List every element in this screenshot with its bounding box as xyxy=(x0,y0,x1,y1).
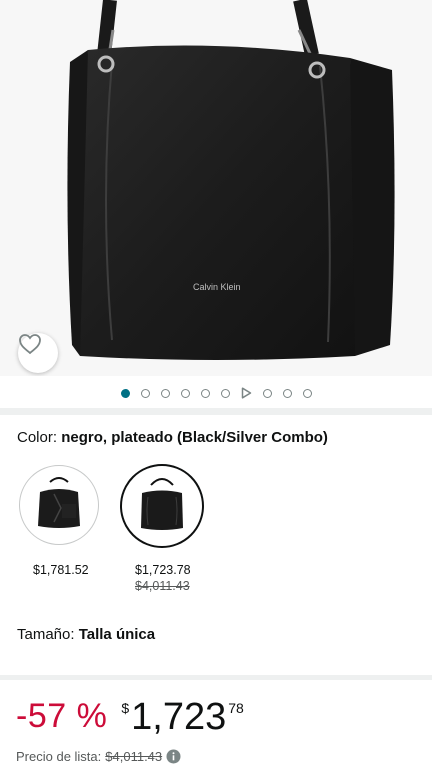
gallery-pagination xyxy=(0,385,432,401)
gallery-dot-6[interactable] xyxy=(220,388,230,398)
list-price-line: Precio de lista: $4,011.43 xyxy=(16,749,181,764)
play-icon xyxy=(241,387,251,399)
variant-swatch-1[interactable] xyxy=(19,465,99,545)
color-label: Color: xyxy=(17,429,62,446)
gallery-dot-2[interactable] xyxy=(140,388,150,398)
gallery-dot-1[interactable] xyxy=(120,388,130,398)
size-label: Tamaño: xyxy=(17,626,79,643)
discount-percentage: -57 % xyxy=(16,697,108,735)
size-value: Talla única xyxy=(78,626,156,643)
info-button[interactable] xyxy=(166,749,181,764)
gallery-dot-10[interactable] xyxy=(302,388,312,398)
heart-icon xyxy=(19,334,41,355)
gallery-dot-3[interactable] xyxy=(160,388,170,398)
info-icon xyxy=(166,749,181,764)
handbag-illustration xyxy=(67,0,395,360)
variant-2-list-price: $4,011.43 xyxy=(135,579,190,593)
gallery-dot-4[interactable] xyxy=(180,388,190,398)
product-image[interactable]: Calvin Klein xyxy=(0,0,432,376)
color-selection-label: Color: negro, plateado (Black/Silver Com… xyxy=(17,429,328,446)
gallery-dot-9[interactable] xyxy=(282,388,292,398)
list-price-value: $4,011.43 xyxy=(105,749,163,764)
list-price-label: Precio de lista: xyxy=(16,749,102,764)
section-divider xyxy=(0,408,432,415)
gallery-dot-8[interactable] xyxy=(262,388,272,398)
variant-2-thumbnail xyxy=(141,478,183,530)
price-whole: 1,723 xyxy=(131,696,227,738)
price-fraction: 78 xyxy=(228,700,244,716)
favorite-button[interactable] xyxy=(18,333,58,373)
size-selection-label: Tamaño: Talla única xyxy=(17,626,155,643)
variant-2-price: $1,723.78 xyxy=(135,563,191,577)
brand-imprint: Calvin Klein xyxy=(193,282,241,292)
gallery-dot-5[interactable] xyxy=(200,388,210,398)
price-currency: $ xyxy=(121,700,130,716)
variant-1-thumbnail xyxy=(38,477,80,528)
gallery-video-dot[interactable] xyxy=(241,387,252,399)
color-value: negro, plateado (Black/Silver Combo) xyxy=(61,429,328,446)
deal-price: -57 % $ 1,723 78 xyxy=(16,696,244,738)
section-divider-2 xyxy=(0,675,432,680)
variant-1-price: $1,781.52 xyxy=(33,563,89,577)
variant-swatch-2-selected[interactable] xyxy=(120,464,204,548)
